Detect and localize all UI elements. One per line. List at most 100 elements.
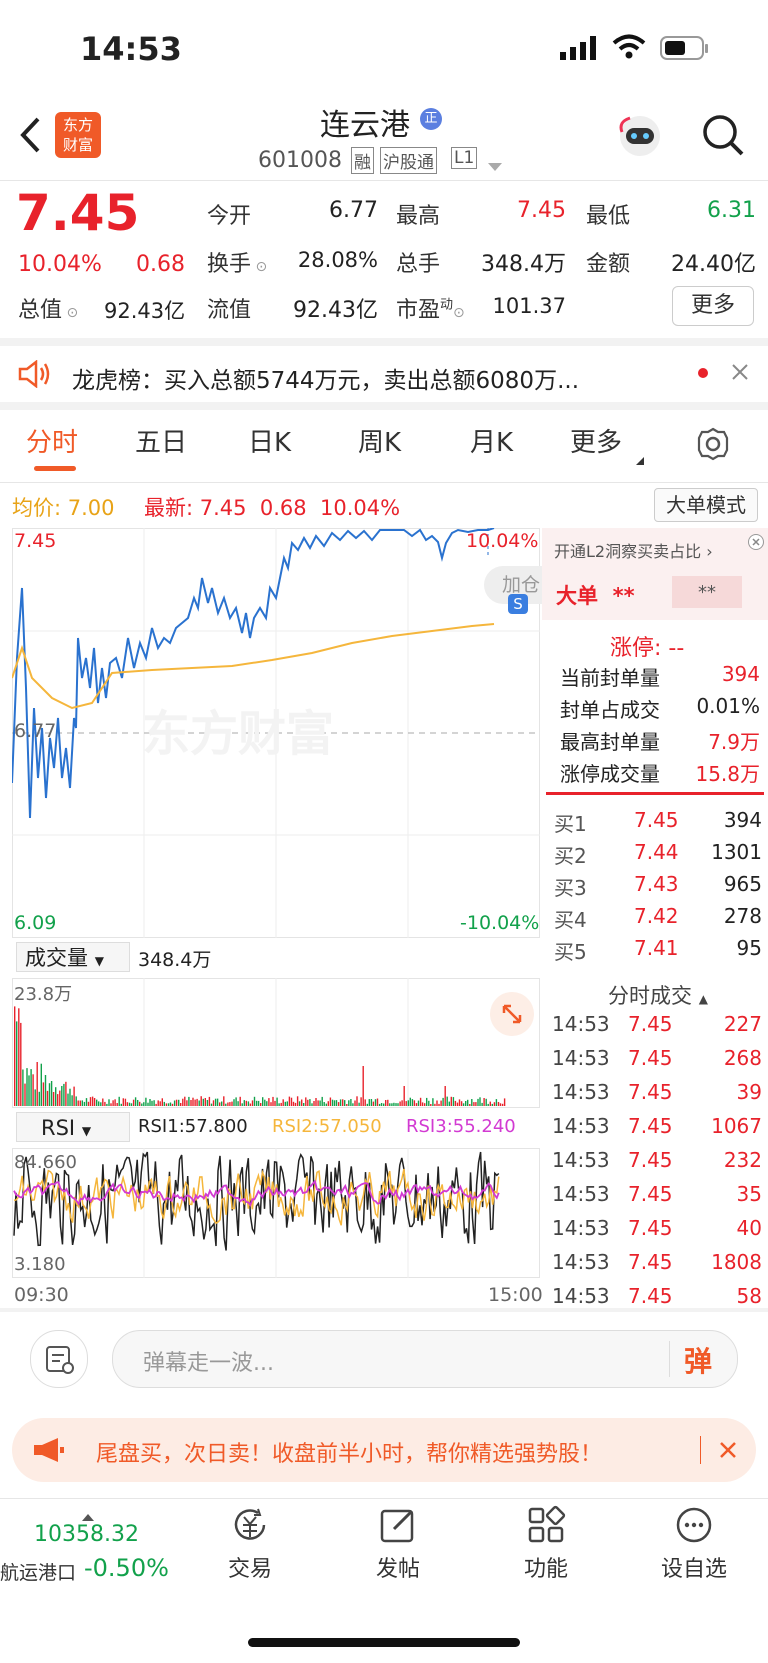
volume-bar — [270, 1102, 272, 1106]
volume-bar — [40, 1063, 42, 1106]
volume-bar — [67, 1093, 69, 1106]
more-button[interactable]: 更多 — [672, 286, 754, 326]
volume-bar — [358, 1102, 360, 1106]
nav-post[interactable]: 发帖 — [338, 1505, 458, 1583]
back-icon[interactable] — [18, 115, 42, 159]
robot-avatar-icon[interactable] — [616, 112, 664, 164]
volume-bar — [329, 1097, 332, 1106]
volume-bar — [36, 1062, 38, 1106]
volume-bar — [216, 1098, 219, 1106]
price-axis-top: 7.45 — [14, 530, 57, 552]
tab-weekly-k[interactable]: 周K — [358, 422, 401, 459]
volume-bar — [378, 1103, 381, 1106]
volume-bar — [475, 1102, 477, 1106]
big-order-mode-button[interactable]: 大单模式 — [654, 488, 758, 522]
volume-bar — [257, 1100, 260, 1106]
tab-five-day[interactable]: 五日 — [135, 422, 187, 459]
volume-bar — [364, 1099, 366, 1106]
volume-bar — [284, 1101, 286, 1106]
megaphone-icon — [32, 1436, 66, 1468]
limit-divider — [546, 792, 764, 795]
promo-banner[interactable]: 尾盘买，次日卖！收盘前半小时，帮你精选强势股！ — [12, 1418, 756, 1482]
promo-close-icon[interactable] — [718, 1440, 738, 1464]
tab-monthly-k[interactable]: 月K — [470, 422, 513, 459]
tab-active-indicator — [34, 466, 76, 471]
tab-more[interactable]: 更多 — [570, 422, 622, 459]
volume-bar — [309, 1099, 311, 1106]
grid-icon — [486, 1505, 606, 1551]
volume-bar — [342, 1099, 344, 1106]
volume-bar — [71, 1095, 73, 1106]
nav-add-watchlist[interactable]: 设自选 — [634, 1505, 754, 1583]
volume-bar — [194, 1099, 196, 1106]
volume-bar — [266, 1101, 268, 1106]
danmaku-send-button[interactable]: 弹 — [684, 1340, 712, 1380]
trade-icon — [190, 1505, 310, 1551]
volume-bar — [499, 1103, 502, 1106]
volume-bar — [32, 1074, 34, 1106]
index-ticker[interactable]: 10358.32 航运港口 -0.50% — [0, 1504, 180, 1584]
big-order-sell: ** — [672, 576, 742, 608]
tab-intraday[interactable]: 分时 — [26, 422, 78, 459]
volume-bar — [280, 1102, 282, 1106]
volume-bar — [52, 1092, 55, 1106]
comment-input[interactable]: 弹幕走一波... — [112, 1330, 738, 1388]
tab-more-arrow-icon — [636, 450, 644, 469]
volume-bar — [188, 1096, 190, 1106]
price-axis-top-pct: 10.04% — [466, 530, 539, 552]
volume-bar — [167, 1103, 170, 1106]
intraday-price-chart[interactable]: 东方财富 — [12, 528, 540, 938]
rsi-selector[interactable]: RSI ▼ — [16, 1112, 130, 1142]
volume-bar — [335, 1100, 338, 1106]
time-axis-end: 15:00 — [488, 1284, 543, 1306]
dropdown-icon[interactable] — [488, 156, 502, 175]
volume-bar — [370, 1099, 373, 1106]
nav-functions[interactable]: 功能 — [486, 1505, 606, 1583]
volume-bar — [413, 1100, 416, 1106]
high-value: 7.45 — [517, 198, 566, 223]
ticks-title[interactable]: 分时成交 ▲ — [608, 980, 708, 1010]
volume-bar — [202, 1098, 204, 1106]
volume-bar — [272, 1096, 274, 1106]
l2-close-icon[interactable] — [748, 534, 764, 554]
volume-bar — [481, 1102, 483, 1106]
l2-banner-text[interactable]: 开通L2洞察买卖占比 › — [554, 538, 713, 562]
volume-bar — [30, 1069, 32, 1106]
volume-bar — [448, 1101, 450, 1106]
bid-row-3: 买3 7.43 965 — [554, 872, 762, 900]
volume-bar — [229, 1102, 231, 1106]
volume-bar — [171, 1103, 174, 1106]
expand-icon[interactable] — [490, 992, 534, 1036]
close-icon[interactable] — [730, 362, 750, 386]
volume-bar — [214, 1098, 217, 1106]
notice-text[interactable]: 龙虎榜：买入总额5744万元，卖出总额6080万... — [72, 361, 672, 395]
volume-bar — [362, 1066, 364, 1106]
volume-bar — [469, 1104, 471, 1106]
volume-bar — [98, 1101, 100, 1106]
price-axis-bottom: 6.09 — [14, 912, 57, 934]
volume-selector[interactable]: 成交量 ▼ — [16, 942, 130, 972]
volume-bar — [253, 1096, 256, 1106]
mktcap-value: 92.43亿 — [104, 299, 186, 323]
volume-bar — [102, 1098, 104, 1106]
volume-bar — [493, 1102, 496, 1106]
volume-bar — [290, 1097, 293, 1106]
volume-bar — [303, 1103, 305, 1106]
settings-gear-icon[interactable] — [696, 427, 730, 465]
volume-label: 总手 — [396, 252, 441, 277]
volume-bar — [16, 1021, 18, 1106]
float-label: 流值 — [207, 298, 252, 323]
volume-bar — [175, 1099, 178, 1106]
volume-bar — [147, 1102, 149, 1106]
volume-bar — [42, 1082, 45, 1106]
limit-row-0: 当前封单量 394 — [560, 662, 760, 690]
comment-list-icon[interactable] — [30, 1330, 88, 1388]
volume-bar — [430, 1104, 432, 1106]
tab-daily-k[interactable]: 日K — [248, 422, 291, 459]
search-icon[interactable] — [700, 112, 746, 162]
volume-bar — [96, 1099, 98, 1106]
nav-trade[interactable]: 交易 — [190, 1505, 310, 1583]
volume-bar — [477, 1098, 479, 1106]
volume-bar — [18, 1008, 20, 1106]
volume-bar — [48, 1083, 51, 1106]
